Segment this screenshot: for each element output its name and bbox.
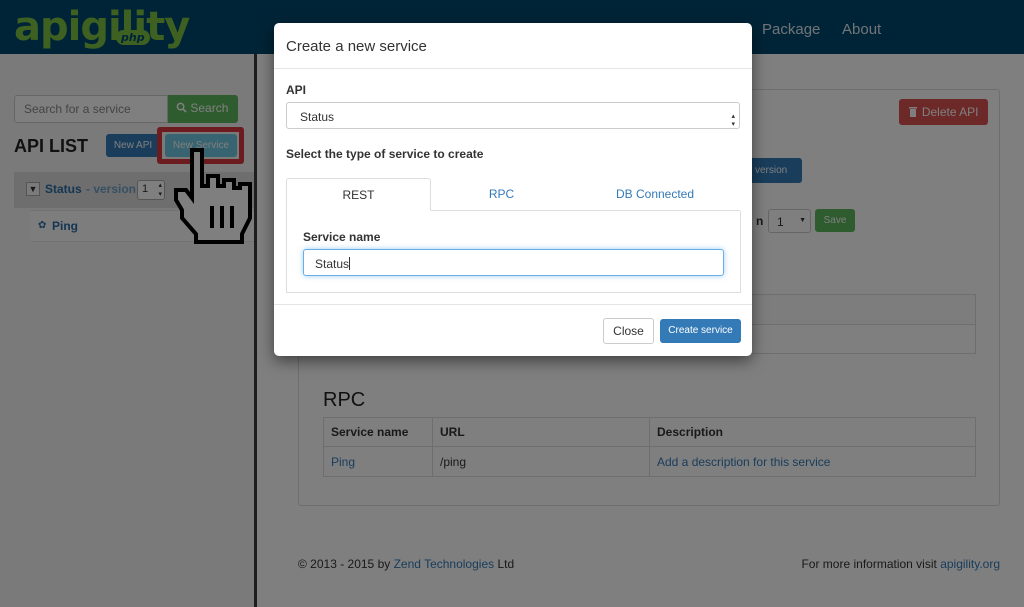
tab-db-connected[interactable]: DB Connected: [574, 178, 736, 211]
tab-rest[interactable]: REST: [286, 178, 431, 211]
text-caret: [349, 257, 351, 270]
modal-footer-divider: [274, 304, 752, 305]
service-name-value: Status: [315, 257, 350, 271]
service-name-label: Service name: [303, 230, 381, 244]
close-button[interactable]: Close: [603, 318, 654, 344]
service-name-input[interactable]: Status: [303, 249, 724, 276]
tab-rpc[interactable]: RPC: [434, 178, 569, 211]
modal-header-divider: [274, 68, 752, 69]
modal-title: Create a new service: [286, 38, 427, 55]
api-select-value: Status: [300, 110, 335, 124]
select-caret-icon: ▴ ▾: [731, 113, 735, 128]
api-select[interactable]: Status ▴ ▾: [286, 102, 740, 129]
create-service-button[interactable]: Create service: [660, 319, 741, 343]
api-label: API: [286, 83, 307, 97]
service-type-label: Select the type of service to create: [286, 147, 484, 161]
create-service-modal: Create a new service API Status ▴ ▾ Selec…: [274, 23, 752, 356]
